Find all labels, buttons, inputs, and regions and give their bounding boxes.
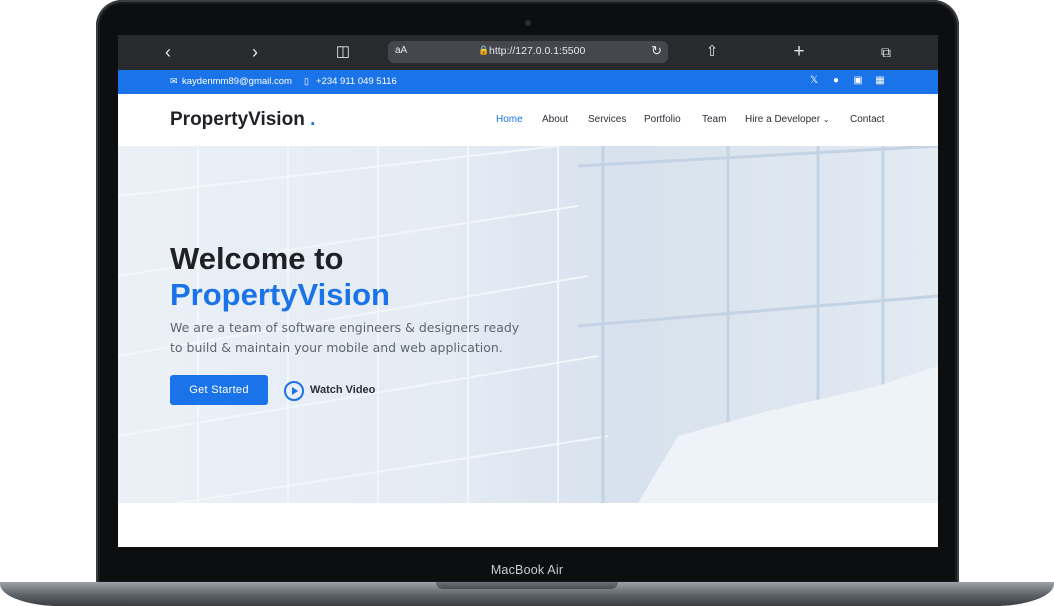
play-icon (284, 381, 304, 401)
email-link[interactable]: ✉ kaydenmm89@gmail.com (170, 76, 292, 87)
forward-icon[interactable]: › (243, 41, 267, 63)
phone-link[interactable]: ▯ +234 911 049 5116 (304, 76, 397, 87)
facebook-icon[interactable]: ● (830, 75, 842, 86)
address-bar[interactable]: aA 🔒 http://127.0.0.1:5500 ↻ (388, 41, 668, 63)
phone-text: +234 911 049 5116 (316, 76, 397, 87)
nav-hire-developer[interactable]: Hire a Developer ⌄ (745, 114, 830, 125)
hero-title: Welcome to (170, 241, 344, 276)
url-text[interactable]: http://127.0.0.1:5500 (489, 45, 585, 57)
device-label: MacBook Air (490, 563, 564, 577)
hero-description: We are a team of software engineers & de… (170, 320, 520, 355)
nav-about[interactable]: About (542, 114, 568, 125)
share-icon[interactable]: ⇧ (700, 41, 724, 63)
phone-icon: ▯ (304, 76, 309, 86)
watch-video-label: Watch Video (310, 384, 376, 396)
nav-home[interactable]: Home (496, 114, 523, 125)
email-text: kaydenmm89@gmail.com (182, 76, 292, 87)
envelope-icon: ✉ (170, 76, 178, 86)
chevron-down-icon: ⌄ (822, 115, 830, 124)
lock-icon: 🔒 (478, 45, 490, 55)
nav-team[interactable]: Team (702, 114, 726, 125)
browser-screen: ‹ › ◫ aA 🔒 http://127.0.0.1:5500 ↻ ⇧ + ⧉… (118, 35, 938, 547)
nav-services[interactable]: Services (588, 114, 626, 125)
bookmarks-icon[interactable]: ◫ (331, 41, 355, 63)
text-size-button[interactable]: aA (395, 45, 407, 56)
nav-portfolio[interactable]: Portfolio (644, 114, 681, 125)
x-icon[interactable]: 𝕏 (808, 75, 820, 86)
laptop-notch (436, 582, 618, 589)
new-tab-icon[interactable]: + (787, 41, 811, 63)
get-started-button[interactable]: Get Started (170, 375, 268, 405)
hero-section: Welcome to PropertyVision We are a team … (118, 146, 938, 503)
logo-dot: . (310, 109, 316, 130)
site-logo[interactable]: PropertyVision . (170, 109, 315, 131)
instagram-icon[interactable]: ▣ (852, 75, 864, 86)
back-icon[interactable]: ‹ (156, 41, 180, 63)
screen-bezel-bottom (118, 547, 938, 563)
hero-brand: PropertyVision (170, 277, 390, 312)
reload-icon[interactable]: ↻ (651, 43, 662, 59)
logo-text: PropertyVision (170, 109, 305, 130)
tabs-icon[interactable]: ⧉ (874, 41, 898, 63)
nav-hire-developer-label: Hire a Developer (745, 114, 821, 125)
nav-contact[interactable]: Contact (850, 114, 884, 125)
linkedin-icon[interactable]: ▦ (874, 75, 886, 86)
browser-toolbar: ‹ › ◫ aA 🔒 http://127.0.0.1:5500 ↻ ⇧ + ⧉ (118, 35, 938, 70)
contact-topbar: ✉ kaydenmm89@gmail.com ▯ +234 911 049 5116… (118, 70, 938, 94)
site-header: PropertyVision . Home About Services Por… (118, 94, 938, 147)
camera (525, 20, 531, 26)
